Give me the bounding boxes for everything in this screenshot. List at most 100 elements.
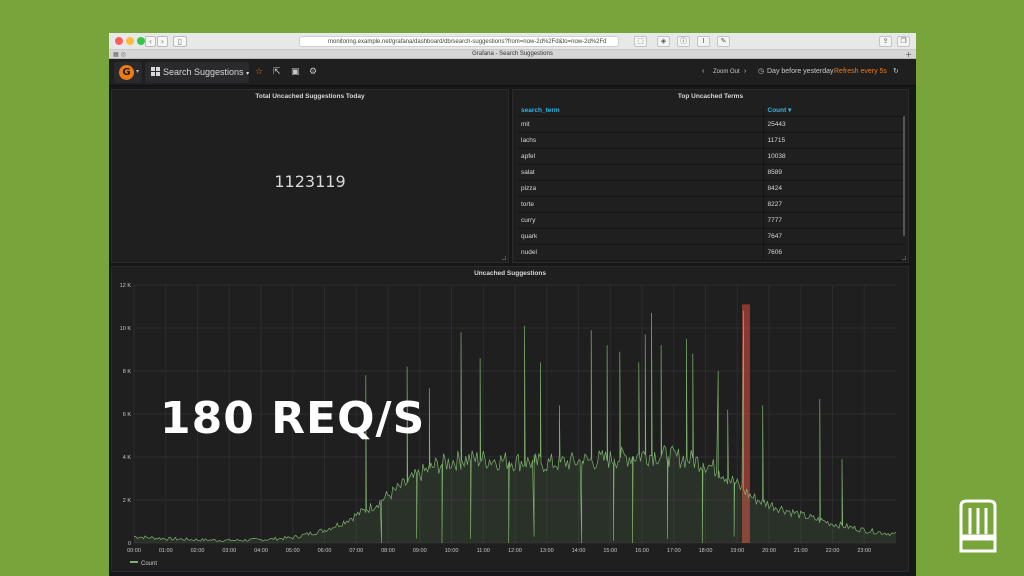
term-cell: mit xyxy=(517,116,764,133)
x-tick-label: 00:00 xyxy=(127,548,141,554)
count-cell: 10038 xyxy=(763,148,903,165)
zoom-back-chevron-icon[interactable]: ‹ xyxy=(702,66,704,78)
forward-button[interactable]: › xyxy=(157,36,168,47)
table-row: lachs 11715 xyxy=(517,132,903,149)
dashboard-title: Search Suggestions xyxy=(163,67,244,77)
table-row: apfel 10038 xyxy=(517,148,903,165)
dashboard-picker[interactable]: Search Suggestions ▾ xyxy=(145,62,249,83)
settings-gear-icon[interactable]: ⚙ xyxy=(309,66,317,78)
term-cell: quark xyxy=(517,228,764,245)
grafana-menu-button[interactable]: G ▾ xyxy=(114,62,142,83)
url-text: monitoring.example.net/grafana/dashboard… xyxy=(328,39,607,45)
info-extension-icon[interactable]: ⓘ xyxy=(677,36,690,47)
panel-title[interactable]: Uncached Suggestions xyxy=(112,267,908,281)
zoom-out-button[interactable]: Zoom Out xyxy=(713,66,740,78)
tool-extension-icon[interactable]: ✎ xyxy=(717,36,730,47)
y-tick-label: 6 K xyxy=(123,412,132,418)
x-tick-label: 17:00 xyxy=(667,548,681,554)
y-tick-label: 10 K xyxy=(120,326,132,332)
star-icon[interactable]: ☆ xyxy=(255,66,263,78)
x-tick-label: 07:00 xyxy=(349,548,363,554)
x-tick-label: 09:00 xyxy=(413,548,427,554)
grafana-navbar: G ▾ Search Suggestions ▾ ☆ ⇱ ▣ ⚙ ‹ Zoom … xyxy=(109,59,916,86)
x-tick-label: 18:00 xyxy=(699,548,713,554)
column-header-search-term[interactable]: search_term xyxy=(517,106,764,117)
count-cell: 8589 xyxy=(763,164,903,181)
term-cell: lachs xyxy=(517,132,764,149)
table-header-row: search_term Count ▾ xyxy=(517,106,903,117)
x-tick-label: 05:00 xyxy=(286,548,300,554)
table-row: pizza 8424 xyxy=(517,180,903,197)
x-tick-label: 16:00 xyxy=(635,548,649,554)
minimize-window-button[interactable] xyxy=(126,37,134,45)
terms-table: search_term Count ▾ mit 25443 lachs 11715 … xyxy=(517,106,903,261)
x-tick-label: 06:00 xyxy=(318,548,332,554)
x-tick-label: 20:00 xyxy=(762,548,776,554)
count-cell: 7606 xyxy=(763,244,903,261)
sidebar-toggle-icon[interactable]: ▯ xyxy=(173,36,187,47)
legend-label-count[interactable]: Count xyxy=(141,561,157,567)
resize-handle[interactable] xyxy=(902,256,906,260)
grafana-logo-icon: G xyxy=(119,65,134,80)
total-uncached-panel: Total Uncached Suggestions Today 1123119 xyxy=(111,89,509,263)
y-tick-label: 2 K xyxy=(123,498,132,504)
refresh-interval[interactable]: Refresh every 5s xyxy=(834,66,887,78)
x-tick-label: 11:00 xyxy=(477,548,490,554)
share-icon[interactable]: ⇪ xyxy=(879,36,892,47)
count-cell: 8424 xyxy=(763,180,903,197)
y-tick-label: 8 K xyxy=(123,369,132,375)
y-tick-label: 12 K xyxy=(120,283,132,289)
x-tick-label: 12:00 xyxy=(508,548,522,554)
table-row: quark 7647 xyxy=(517,228,903,245)
legend: Count xyxy=(130,560,157,568)
tabs-overview-icon[interactable]: ❐ xyxy=(897,36,910,47)
table-row: mit 25443 xyxy=(517,116,903,133)
x-tick-label: 22:00 xyxy=(826,548,840,554)
back-button[interactable]: ‹ xyxy=(145,36,156,47)
maximize-window-button[interactable] xyxy=(137,37,145,45)
browser-titlebar: ‹ › ▯ monitoring.example.net/grafana/das… xyxy=(109,33,916,50)
panel-title[interactable]: Top Uncached Terms xyxy=(513,90,908,104)
x-tick-label: 02:00 xyxy=(191,548,205,554)
table-scrollbar[interactable] xyxy=(903,116,905,236)
term-cell: pizza xyxy=(517,180,764,197)
table-row: curry 7777 xyxy=(517,212,903,229)
caret-down-icon: ▾ xyxy=(246,71,250,77)
x-tick-label: 15:00 xyxy=(603,548,617,554)
x-tick-label: 03:00 xyxy=(222,548,236,554)
legend-swatch xyxy=(130,561,138,563)
refresh-icon[interactable]: ↻ xyxy=(893,66,899,78)
close-window-button[interactable] xyxy=(115,37,123,45)
x-tick-label: 04:00 xyxy=(254,548,268,554)
term-cell: nudel xyxy=(517,244,764,261)
resize-handle[interactable] xyxy=(502,256,506,260)
dashboard-grid-icon xyxy=(151,67,160,76)
new-tab-button[interactable]: + xyxy=(905,50,912,59)
singlestat-value: 1123119 xyxy=(274,172,346,191)
panel-title[interactable]: Total Uncached Suggestions Today xyxy=(112,90,508,104)
column-header-count[interactable]: Count ▾ xyxy=(763,106,903,117)
x-tick-label: 21:00 xyxy=(794,548,808,554)
count-cell: 7777 xyxy=(763,212,903,229)
zoom-forward-chevron-icon[interactable]: › xyxy=(744,66,746,78)
tab-title[interactable]: Grafana - Search Suggestions xyxy=(109,50,916,59)
overlay-throughput-text: 180 req/s xyxy=(160,393,426,444)
url-bar[interactable]: monitoring.example.net/grafana/dashboard… xyxy=(299,36,619,47)
extension-icon[interactable]: ◈ xyxy=(657,36,670,47)
tab-bar: ▦ ◎ Grafana - Search Suggestions + xyxy=(109,50,916,59)
y-tick-label: 0 xyxy=(128,541,131,547)
x-tick-label: 14:00 xyxy=(572,548,586,554)
text-extension-icon[interactable]: I xyxy=(697,36,710,47)
count-cell: 8227 xyxy=(763,196,903,213)
clock-icon: ◷ xyxy=(758,68,765,75)
save-icon[interactable]: ▣ xyxy=(291,66,300,78)
x-tick-label: 13:00 xyxy=(540,548,554,554)
x-tick-label: 23:00 xyxy=(857,548,871,554)
share-extension-icon[interactable]: ⬚ xyxy=(634,36,647,47)
term-cell: salat xyxy=(517,164,764,181)
y-tick-label: 4 K xyxy=(123,455,132,461)
time-range-picker[interactable]: Day before yesterday xyxy=(767,66,834,78)
browser-window: ‹ › ▯ monitoring.example.net/grafana/das… xyxy=(109,33,916,576)
share-dashboard-icon[interactable]: ⇱ xyxy=(273,66,281,78)
term-cell: apfel xyxy=(517,148,764,165)
